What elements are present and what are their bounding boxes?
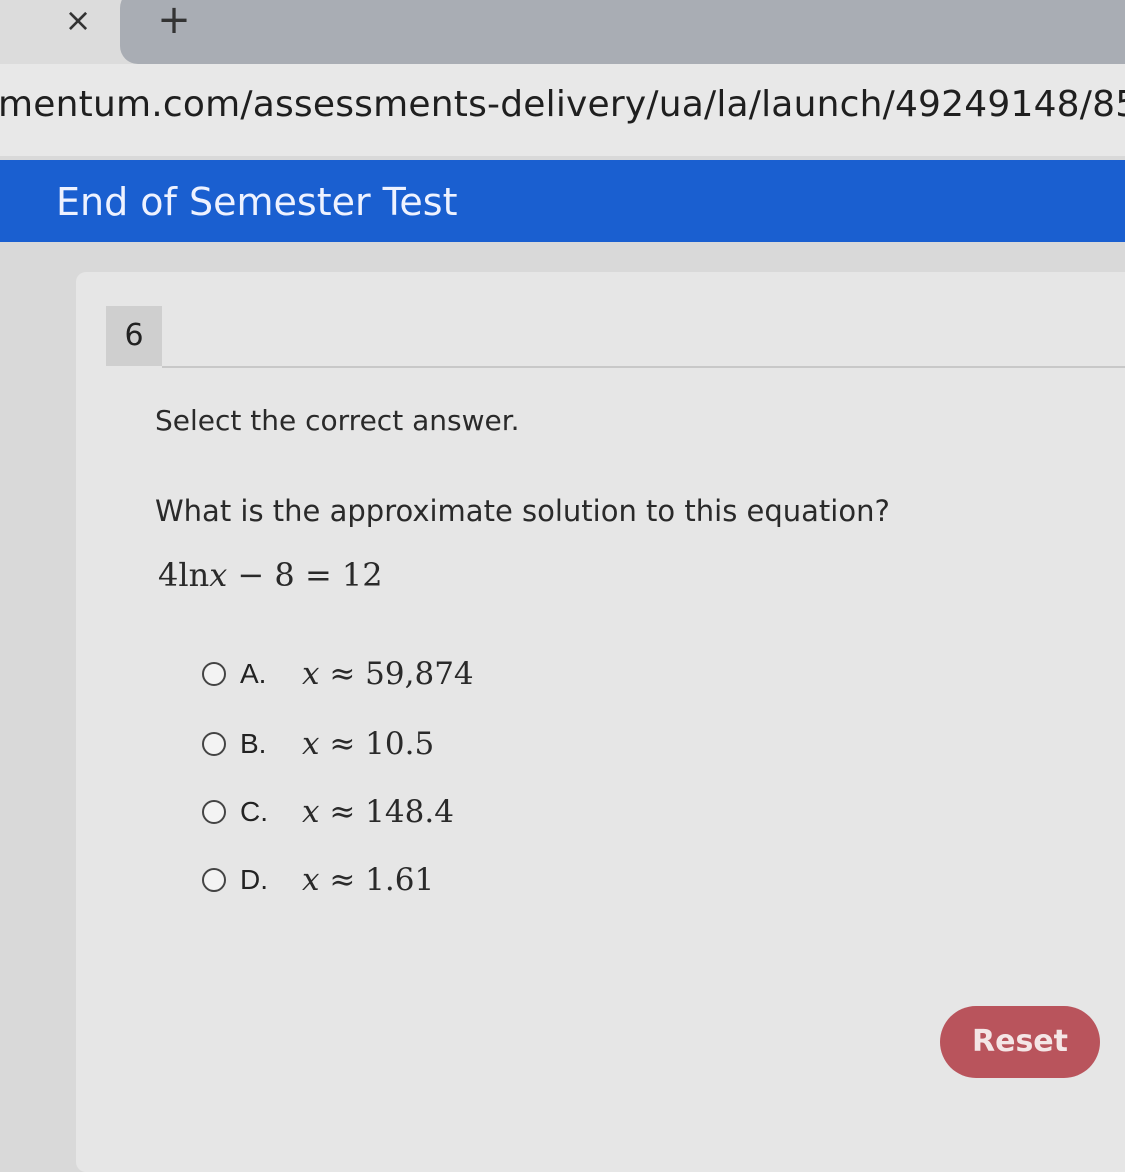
answer-option-d[interactable]: D. 𝑥 ≈ 1.61 [202,862,602,906]
answer-option-c[interactable]: C. 𝑥 ≈ 148.4 [202,794,602,838]
radio-button-a[interactable] [202,662,226,686]
radio-button-d[interactable] [202,868,226,892]
question-equation: 4ln𝑥 − 8 = 12 [158,556,383,594]
tab-bar-background [120,0,1125,64]
option-letter: D. [240,864,268,895]
reset-button[interactable]: Reset [940,1006,1100,1078]
option-value: 𝑥 ≈ 1.61 [302,862,435,898]
new-tab-icon[interactable]: + [148,0,200,40]
browser-tab-strip: × + [0,0,1125,64]
question-instruction: Select the correct answer. [155,404,520,437]
question-prompt: What is the approximate solution to this… [155,494,890,528]
address-bar[interactable]: mentum.com/assessments-delivery/ua/la/la… [0,64,1125,156]
radio-button-b[interactable] [202,732,226,756]
option-letter: B. [240,728,267,759]
option-value: 𝑥 ≈ 148.4 [302,794,454,830]
option-value: 𝑥 ≈ 59,874 [302,656,474,692]
answer-option-a[interactable]: A. 𝑥 ≈ 59,874 [202,656,602,700]
option-value: 𝑥 ≈ 10.5 [302,726,435,762]
option-letter: A. [240,658,267,689]
divider [162,366,1125,368]
url-text[interactable]: mentum.com/assessments-delivery/ua/la/la… [0,84,1125,125]
answer-option-b[interactable]: B. 𝑥 ≈ 10.5 [202,726,602,770]
app-header: End of Semester Test [0,160,1125,242]
radio-button-c[interactable] [202,800,226,824]
question-number-badge: 6 [106,306,162,366]
close-tab-icon[interactable]: × [52,0,104,40]
option-letter: C. [240,796,268,827]
page-title: End of Semester Test [56,180,458,224]
